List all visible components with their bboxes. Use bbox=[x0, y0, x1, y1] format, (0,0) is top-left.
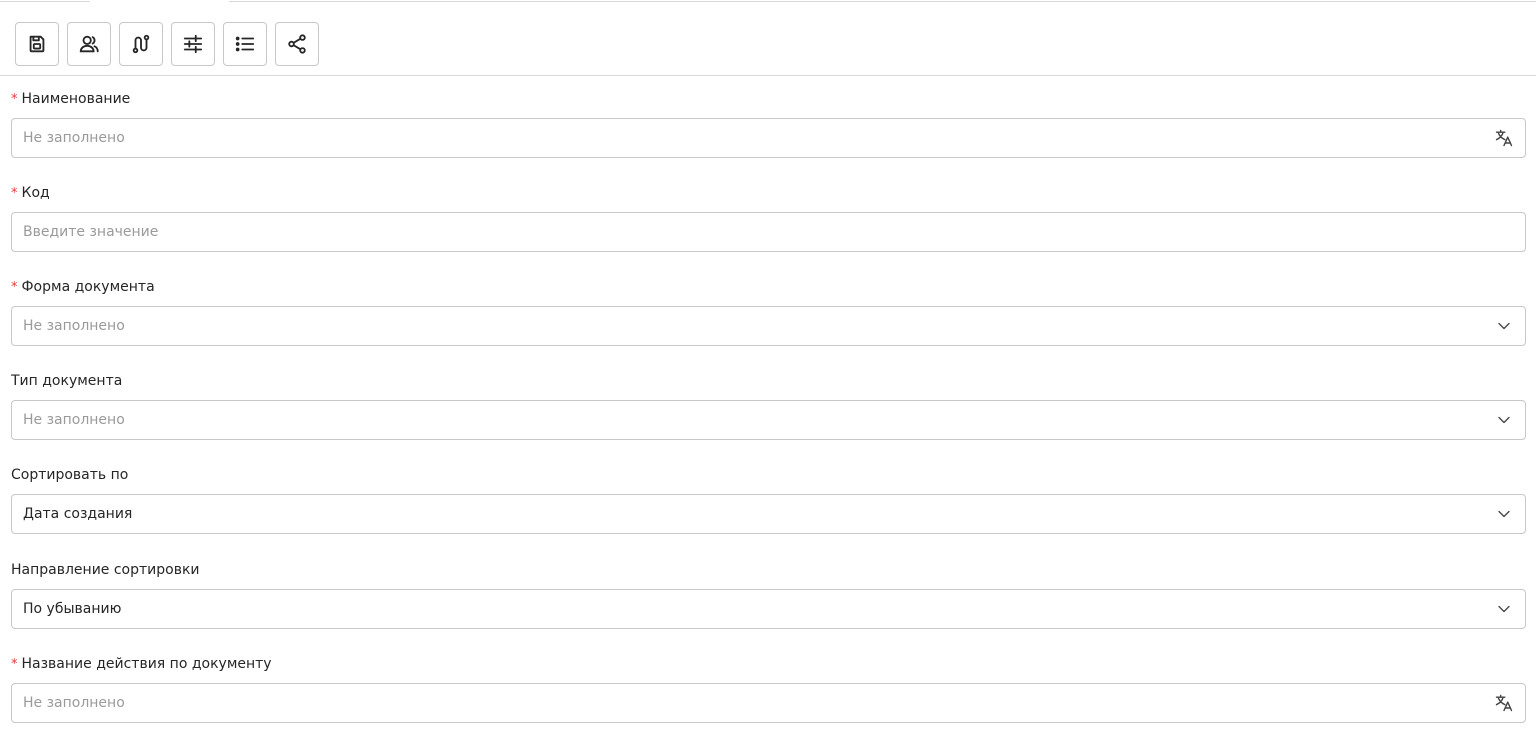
name-input[interactable] bbox=[23, 130, 1494, 146]
list-button[interactable] bbox=[223, 22, 267, 66]
tab-underline-right bbox=[229, 1, 1536, 2]
save-button[interactable] bbox=[15, 22, 59, 66]
code-label: * Код bbox=[11, 185, 50, 201]
sort-by-value: Дата создания bbox=[23, 506, 133, 522]
settings-button[interactable] bbox=[171, 22, 215, 66]
save-icon bbox=[29, 35, 45, 53]
sort-direction-select[interactable]: По убыванию bbox=[11, 589, 1526, 629]
action-name-input[interactable] bbox=[23, 695, 1494, 711]
doc-form-field: * Форма документа Не заполнено bbox=[11, 278, 1526, 372]
name-input-box[interactable] bbox=[11, 118, 1526, 158]
name-field: * Наименование bbox=[11, 90, 1526, 184]
translate-icon[interactable] bbox=[1494, 128, 1514, 148]
document-settings-form: *Наименование *Код *Форма документа Не з… bbox=[11, 90, 1526, 749]
doc-type-field: Тип документа Не заполнено bbox=[11, 372, 1526, 466]
doc-type-placeholder: Не заполнено bbox=[23, 412, 125, 428]
sort-direction-label: Направление сортировки bbox=[11, 562, 200, 578]
action-name-input-box[interactable] bbox=[11, 683, 1526, 723]
sort-direction-value: По убыванию bbox=[23, 601, 122, 617]
share-button[interactable] bbox=[275, 22, 319, 66]
doc-form-placeholder: Не заполнено bbox=[23, 318, 125, 334]
required-marker: * bbox=[11, 657, 18, 672]
doc-form-select[interactable]: Не заполнено bbox=[11, 306, 1526, 346]
sort-by-select[interactable]: Дата создания bbox=[11, 494, 1526, 534]
translate-icon[interactable] bbox=[1494, 693, 1514, 713]
chevron-down-icon bbox=[1494, 504, 1514, 524]
name-label: * Наименование bbox=[11, 91, 131, 107]
sort-by-field: Сортировать по Дата создания bbox=[11, 466, 1526, 561]
doc-type-select[interactable]: Не заполнено bbox=[11, 400, 1526, 440]
share-icon bbox=[288, 34, 306, 54]
action-name-label: * Название действия по документу bbox=[11, 656, 272, 672]
chevron-down-icon bbox=[1494, 316, 1514, 336]
doc-type-label: Тип документа bbox=[11, 373, 123, 389]
top-tab-strip bbox=[0, 0, 1536, 2]
code-input-box[interactable] bbox=[11, 212, 1526, 252]
route-icon bbox=[132, 34, 150, 54]
list-icon bbox=[235, 36, 255, 52]
users-icon bbox=[79, 35, 99, 53]
required-marker: * bbox=[11, 280, 18, 295]
toolbar-divider bbox=[0, 75, 1536, 76]
code-field: * Код bbox=[11, 184, 1526, 278]
doc-form-label: * Форма документа bbox=[11, 279, 155, 295]
sort-by-label: Сортировать по bbox=[11, 467, 129, 483]
chevron-down-icon bbox=[1494, 599, 1514, 619]
required-marker: * bbox=[11, 92, 18, 107]
tab-underline-left bbox=[0, 1, 90, 2]
chevron-down-icon bbox=[1494, 410, 1514, 430]
sliders-icon bbox=[183, 34, 203, 54]
users-button[interactable] bbox=[67, 22, 111, 66]
sort-direction-field: Направление сортировки По убыванию bbox=[11, 561, 1526, 655]
route-button[interactable] bbox=[119, 22, 163, 66]
toolbar bbox=[15, 22, 319, 66]
required-marker: * bbox=[11, 186, 18, 201]
code-input[interactable] bbox=[23, 224, 1514, 240]
action-name-field: * Название действия по документу bbox=[11, 655, 1526, 749]
